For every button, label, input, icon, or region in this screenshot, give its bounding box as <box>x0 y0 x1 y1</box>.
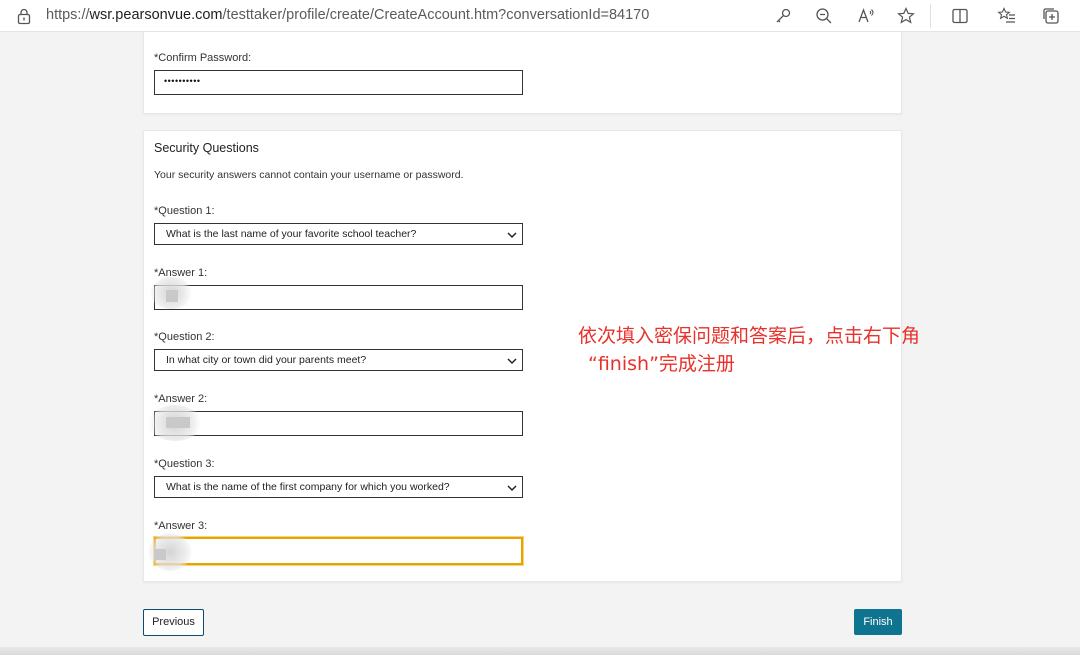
key-icon[interactable] <box>773 6 793 26</box>
security-questions-title: Security Questions <box>154 141 259 155</box>
security-questions-note: Your security answers cannot contain you… <box>154 169 464 181</box>
finish-button[interactable]: Finish <box>854 609 902 635</box>
split-screen-icon[interactable] <box>950 6 970 26</box>
toolbar-separator <box>930 4 931 28</box>
answer-3-redaction-square <box>154 549 166 560</box>
favorite-star-icon[interactable] <box>896 6 916 26</box>
question-1-select[interactable]: What is the last name of your favorite s… <box>154 223 523 245</box>
url-field[interactable]: https://wsr.pearsonvue.com/testtaker/pro… <box>46 7 649 23</box>
previous-button[interactable]: Previous <box>143 609 204 636</box>
chevron-down-icon <box>507 232 517 239</box>
answer-3-label: *Answer 3: <box>154 520 208 532</box>
answer-3-field[interactable] <box>154 537 523 565</box>
answer-1-field[interactable] <box>154 285 523 310</box>
question-2-label: *Question 2: <box>154 331 215 343</box>
confirm-password-value: •••••••••• <box>164 76 201 86</box>
question-2-select[interactable]: In what city or town did your parents me… <box>154 349 523 371</box>
answer-1-redaction-square <box>166 290 178 302</box>
url-prefix: https:// <box>46 7 90 23</box>
question-3-label: *Question 3: <box>154 458 215 470</box>
url-path: /testtaker/profile/create/CreateAccount.… <box>222 7 650 23</box>
annotation-line-1: 依次填入密保问题和答案后，点击右下角 <box>578 325 921 347</box>
answer-2-label: *Answer 2: <box>154 393 208 405</box>
question-2-selected: In what city or town did your parents me… <box>166 354 367 366</box>
confirm-password-label: *Confirm Password: <box>154 52 252 64</box>
answer-2-field[interactable] <box>154 411 523 436</box>
favorites-list-icon[interactable] <box>997 6 1017 26</box>
answer-2-redaction-square <box>166 417 190 428</box>
window-bottom-edge <box>0 647 1080 655</box>
browser-address-bar: https://wsr.pearsonvue.com/testtaker/pro… <box>0 0 1080 32</box>
collections-icon[interactable] <box>1041 6 1061 26</box>
zoom-out-icon[interactable] <box>814 6 834 26</box>
password-panel: *Confirm Password: •••••••••• <box>143 32 902 114</box>
chevron-down-icon <box>507 485 517 492</box>
url-host: wsr.pearsonvue.com <box>89 7 223 23</box>
question-3-select[interactable]: What is the name of the first company fo… <box>154 476 523 498</box>
question-1-selected: What is the last name of your favorite s… <box>166 228 417 240</box>
question-3-selected: What is the name of the first company fo… <box>166 481 450 493</box>
question-1-label: *Question 1: <box>154 205 215 217</box>
read-aloud-icon[interactable] <box>856 6 876 26</box>
annotation-line-2: “finish”完成注册 <box>588 353 735 375</box>
site-info-lock-icon[interactable] <box>15 7 33 25</box>
chevron-down-icon <box>507 358 517 365</box>
confirm-password-field[interactable]: •••••••••• <box>154 70 523 95</box>
answer-1-label: *Answer 1: <box>154 267 208 279</box>
instruction-annotation: 依次填入密保问题和答案后，点击右下角 “finish”完成注册 <box>578 322 920 378</box>
